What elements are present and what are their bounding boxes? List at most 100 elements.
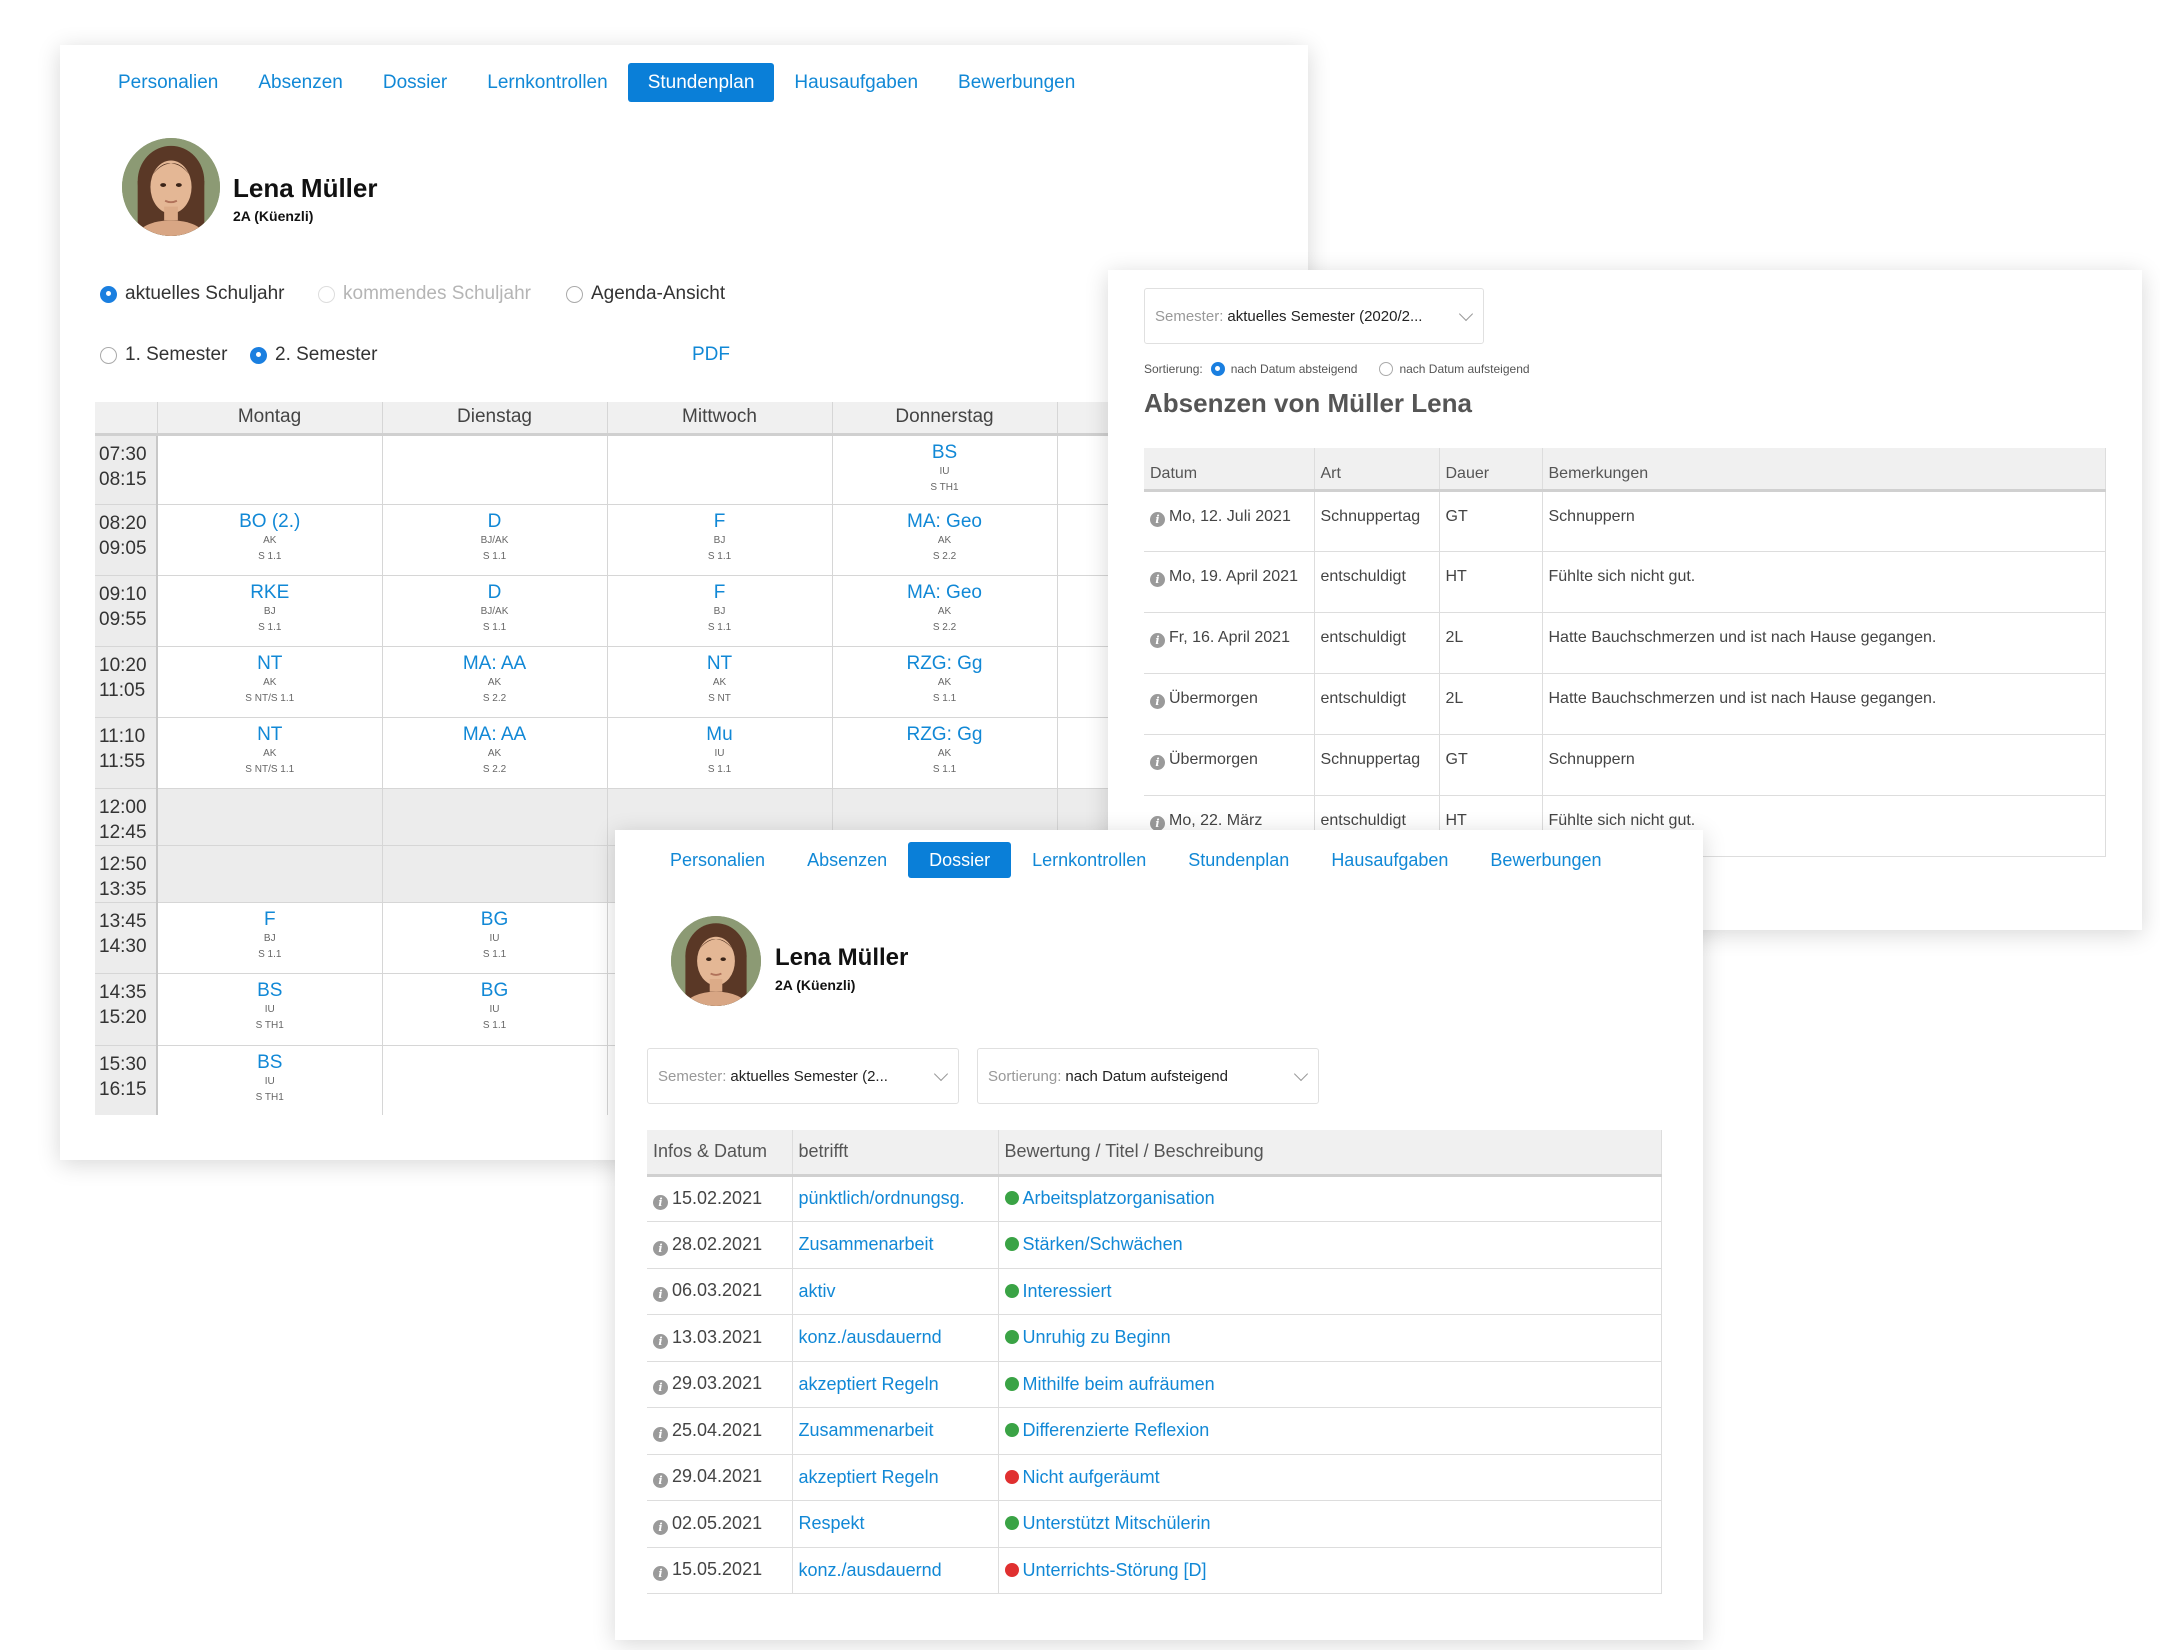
lesson-subject[interactable]: MA: Geo [833, 582, 1057, 604]
lesson-subject[interactable]: NT [608, 653, 832, 675]
tab-dossier[interactable]: Dossier [363, 63, 467, 102]
lesson-cell[interactable]: BS IU S TH1 [832, 434, 1058, 505]
lesson-cell[interactable]: F BJ S 1.1 [607, 504, 833, 576]
entry-topic[interactable]: aktiv [792, 1268, 999, 1315]
info-icon[interactable]: i [653, 1240, 668, 1256]
entry-description-cell[interactable]: Stärken/Schwächen [998, 1221, 1662, 1269]
lesson-subject[interactable]: RKE [158, 582, 382, 604]
info-icon[interactable]: i [653, 1426, 668, 1442]
entry-description[interactable]: Nicht aufgeräumt [1023, 1467, 1160, 1487]
tab-personalien[interactable]: Personalien [649, 842, 786, 878]
lesson-cell[interactable]: D BJ/AK S 1.1 [382, 504, 608, 576]
tab-absenzen[interactable]: Absenzen [238, 63, 363, 102]
lesson-cell[interactable]: MA: AA AK S 2.2 [382, 646, 608, 718]
entry-description[interactable]: Arbeitsplatzorganisation [1023, 1188, 1215, 1208]
lesson-cell[interactable]: NT AK S NT/S 1.1 [157, 646, 383, 718]
info-icon[interactable]: i [1150, 511, 1165, 527]
lesson-subject[interactable]: RZG: Gg [833, 653, 1057, 675]
radio-aktuelles-schuljahr[interactable]: aktuelles Schuljahr [100, 283, 284, 305]
entry-description[interactable]: Unterrichts-Störung [D] [1023, 1560, 1207, 1580]
lesson-subject[interactable]: F [608, 582, 832, 604]
lesson-subject[interactable]: BS [833, 442, 1057, 464]
table-row[interactable]: i 13.03.2021 konz./ausdauernd Unruhig zu Be… [647, 1314, 1662, 1362]
lesson-cell[interactable]: BO (2.) AK S 1.1 [157, 504, 383, 576]
tab-hausaufgaben[interactable]: Hausaufgaben [1310, 842, 1469, 878]
tab-dossier[interactable]: Dossier [908, 842, 1012, 878]
lesson-subject[interactable]: BG [383, 980, 607, 1002]
entry-topic[interactable]: konz./ausdauernd [792, 1547, 999, 1594]
info-icon[interactable]: i [1150, 571, 1165, 587]
semester-select[interactable]: Semester: aktuelles Semester (2020/2... [1144, 288, 1484, 344]
lesson-subject[interactable]: BO (2.) [158, 511, 382, 533]
entry-description-cell[interactable]: Arbeitsplatzorganisation [998, 1175, 1662, 1222]
table-row[interactable]: i 15.05.2021 konz./ausdauernd Unterrichts-S… [647, 1547, 1662, 1594]
lesson-cell[interactable]: NT AK S NT/S 1.1 [157, 717, 383, 789]
pdf-link[interactable]: PDF [692, 344, 730, 366]
entry-topic[interactable]: pünktlich/ordnungsg. [792, 1175, 999, 1222]
tab-stundenplan[interactable]: Stundenplan [1167, 842, 1310, 878]
info-icon[interactable]: i [653, 1333, 668, 1349]
radio-semester-1[interactable]: 1. Semester [100, 344, 227, 366]
sort-select[interactable]: Sortierung: nach Datum aufsteigend [977, 1048, 1319, 1104]
info-icon[interactable]: i [653, 1287, 668, 1303]
lesson-subject[interactable]: Mu [608, 724, 832, 746]
entry-description-cell[interactable]: Interessiert [998, 1268, 1662, 1315]
entry-topic[interactable]: akzeptiert Regeln [792, 1454, 999, 1501]
lesson-cell[interactable]: BG IU S 1.1 [382, 902, 608, 974]
lesson-subject[interactable]: NT [158, 724, 382, 746]
info-icon[interactable]: i [653, 1380, 668, 1396]
entry-topic[interactable]: Zusammenarbeit [792, 1407, 999, 1455]
table-row[interactable]: i 25.04.2021 Zusammenarbeit Differenzierte … [647, 1407, 1662, 1455]
table-row[interactable]: i Fr, 16. April 2021 entschuldigt 2L Hatte B… [1144, 612, 2106, 674]
info-icon[interactable]: i [1150, 693, 1165, 709]
entry-description[interactable]: Differenzierte Reflexion [1023, 1420, 1210, 1440]
entry-topic[interactable]: akzeptiert Regeln [792, 1361, 999, 1408]
table-row[interactable]: i 29.03.2021 akzeptiert Regeln Mithilfe bei… [647, 1361, 1662, 1408]
lesson-cell[interactable]: RKE BJ S 1.1 [157, 575, 383, 647]
lesson-cell[interactable]: MA: Geo AK S 2.2 [832, 575, 1058, 647]
tab-personalien[interactable]: Personalien [98, 63, 238, 102]
sort-asc-label[interactable]: nach Datum aufsteigend [1399, 362, 1529, 376]
lesson-subject[interactable]: NT [158, 653, 382, 675]
table-row[interactable]: i Mo, 19. April 2021 entschuldigt HT Fühlte … [1144, 551, 2106, 613]
lesson-subject[interactable]: MA: AA [383, 653, 607, 675]
entry-description-cell[interactable]: Unterstützt Mitschülerin [998, 1500, 1662, 1548]
info-icon[interactable]: i [1150, 632, 1165, 648]
info-icon[interactable]: i [653, 1519, 668, 1535]
lesson-cell[interactable]: Mu IU S 1.1 [607, 717, 833, 789]
tab-hausaufgaben[interactable]: Hausaufgaben [774, 63, 938, 102]
entry-description[interactable]: Stärken/Schwächen [1023, 1234, 1183, 1254]
radio-icon[interactable] [1379, 362, 1394, 376]
tab-stundenplan[interactable]: Stundenplan [627, 63, 775, 102]
entry-description-cell[interactable]: Unterrichts-Störung [D] [998, 1547, 1662, 1594]
lesson-subject[interactable]: D [383, 511, 607, 533]
lesson-cell[interactable]: F BJ S 1.1 [607, 575, 833, 647]
tab-absenzen[interactable]: Absenzen [786, 842, 908, 878]
semester-select[interactable]: Semester: aktuelles Semester (2... [647, 1048, 959, 1104]
entry-description-cell[interactable]: Nicht aufgeräumt [998, 1454, 1662, 1501]
info-icon[interactable]: i [653, 1566, 668, 1582]
lesson-subject[interactable]: BG [383, 909, 607, 931]
entry-description[interactable]: Unterstützt Mitschülerin [1023, 1513, 1211, 1533]
sort-desc-label[interactable]: nach Datum absteigend [1231, 362, 1358, 376]
table-row[interactable]: i Mo, 12. Juli 2021 Schnuppertag GT Schnuppe… [1144, 490, 2106, 552]
table-row[interactable]: i Übermorgen Schnuppertag GT Schnuppern [1144, 734, 2106, 796]
lesson-subject[interactable]: F [158, 909, 382, 931]
lesson-subject[interactable]: F [608, 511, 832, 533]
lesson-cell[interactable]: BS IU S TH1 [157, 1045, 383, 1115]
entry-topic[interactable]: konz./ausdauernd [792, 1314, 999, 1362]
table-row[interactable]: i 28.02.2021 Zusammenarbeit Stärken/Schwäch… [647, 1221, 1662, 1269]
entry-description-cell[interactable]: Mithilfe beim aufräumen [998, 1361, 1662, 1408]
lesson-cell[interactable]: BG IU S 1.1 [382, 973, 608, 1046]
table-row[interactable]: i 02.05.2021 Respekt Unterstützt Mitschüler… [647, 1500, 1662, 1548]
table-row[interactable]: i 29.04.2021 akzeptiert Regeln Nicht aufger… [647, 1454, 1662, 1501]
table-row[interactable]: i 06.03.2021 aktiv Interessiert [647, 1268, 1662, 1315]
table-row[interactable]: i 15.02.2021 pünktlich/ordnungsg. Arbeitspl… [647, 1175, 1662, 1222]
entry-topic[interactable]: Zusammenarbeit [792, 1221, 999, 1269]
lesson-subject[interactable]: BS [158, 1052, 382, 1074]
lesson-cell[interactable]: RZG: Gg AK S 1.1 [832, 646, 1058, 718]
entry-description-cell[interactable]: Differenzierte Reflexion [998, 1407, 1662, 1455]
entry-description[interactable]: Interessiert [1023, 1281, 1112, 1301]
entry-description[interactable]: Unruhig zu Beginn [1023, 1327, 1171, 1347]
info-icon[interactable]: i [1150, 815, 1165, 831]
